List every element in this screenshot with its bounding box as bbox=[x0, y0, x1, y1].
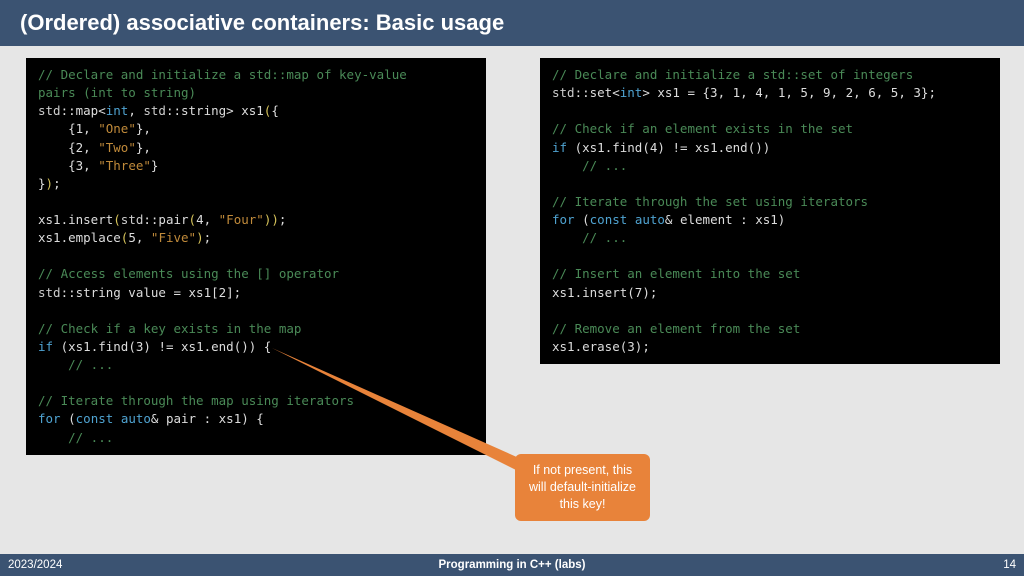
code-line: pairs (int to string) bbox=[38, 85, 196, 100]
code-line: // Check if a key exists in the map bbox=[38, 321, 301, 336]
code-line: // ... bbox=[552, 158, 627, 173]
code-line: xs1.erase(3); bbox=[552, 339, 650, 354]
footer-year: 2023/2024 bbox=[8, 559, 62, 571]
code-line: xs1.emplace(5, "Five"); bbox=[38, 230, 211, 245]
code-line: {1, "One"}, bbox=[38, 121, 151, 136]
code-block-set: // Declare and initialize a std::set of … bbox=[540, 58, 1000, 364]
code-line: // Declare and initialize a std::set of … bbox=[552, 67, 913, 82]
code-line: for (const auto& element : xs1) bbox=[552, 212, 785, 227]
code-line: {3, "Three"} bbox=[38, 158, 158, 173]
code-line: // Declare and initialize a std::map of … bbox=[38, 67, 407, 82]
code-line: {2, "Two"}, bbox=[38, 140, 151, 155]
code-line: std::set<int> xs1 = {3, 1, 4, 1, 5, 9, 2… bbox=[552, 85, 936, 100]
code-line: // ... bbox=[38, 430, 113, 445]
code-line: std::string value = xs1[2]; bbox=[38, 285, 241, 300]
code-line: // ... bbox=[552, 230, 627, 245]
code-line: // Check if an element exists in the set bbox=[552, 121, 853, 136]
code-line: std::map<int, std::string> xs1({ bbox=[38, 103, 279, 118]
slide-title: (Ordered) associative containers: Basic … bbox=[0, 0, 1024, 46]
code-line: // Iterate through the set using iterato… bbox=[552, 194, 868, 209]
slide: (Ordered) associative containers: Basic … bbox=[0, 0, 1024, 576]
code-line: xs1.insert(std::pair(4, "Four")); bbox=[38, 212, 286, 227]
code-line: // ... bbox=[38, 357, 113, 372]
code-line: // Insert an element into the set bbox=[552, 266, 800, 281]
code-line: // Iterate through the map using iterato… bbox=[38, 393, 354, 408]
code-line: xs1.insert(7); bbox=[552, 285, 657, 300]
code-line: // Access elements using the [] operator bbox=[38, 266, 339, 281]
slide-content: // Declare and initialize a std::map of … bbox=[0, 46, 1024, 467]
callout-text: If not present, this bbox=[533, 463, 632, 477]
callout-text: will default-initialize bbox=[529, 480, 636, 494]
code-line: for (const auto& pair : xs1) { bbox=[38, 411, 264, 426]
footer-bar: 2023/2024 Programming in C++ (labs) 14 bbox=[0, 554, 1024, 576]
code-line: if (xs1.find(3) != xs1.end()) { bbox=[38, 339, 271, 354]
footer-title: Programming in C++ (labs) bbox=[0, 559, 1024, 571]
footer-page: 14 bbox=[1003, 559, 1016, 571]
callout-text: this key! bbox=[560, 497, 606, 511]
code-line: if (xs1.find(4) != xs1.end()) bbox=[552, 140, 770, 155]
code-line: }); bbox=[38, 176, 61, 191]
callout-box: If not present, this will default-initia… bbox=[515, 454, 650, 521]
code-line: // Remove an element from the set bbox=[552, 321, 800, 336]
code-block-map: // Declare and initialize a std::map of … bbox=[26, 58, 486, 455]
